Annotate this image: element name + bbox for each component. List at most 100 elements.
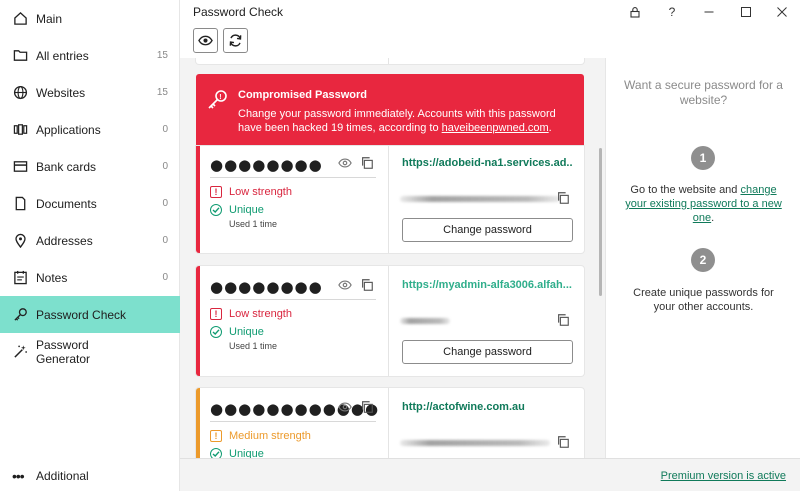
card-icon <box>12 159 28 175</box>
uniqueness-label: Unique <box>229 326 264 338</box>
sidebar-item-count: 0 <box>162 124 168 135</box>
compromised-banner: ! Compromised Password Change your passw… <box>196 74 584 146</box>
warning-icon: ! <box>210 186 222 198</box>
show-password-icon[interactable] <box>338 156 352 170</box>
compromised-key-icon: ! <box>208 90 227 109</box>
sidebar-item-bank-cards[interactable]: Bank cards 0 <box>0 148 180 185</box>
sidebar-item-addresses[interactable]: Addresses 0 <box>0 222 180 259</box>
show-password-icon[interactable] <box>338 278 352 292</box>
maximize-button[interactable] <box>728 0 764 24</box>
sidebar-item-count: 0 <box>162 161 168 172</box>
sidebar-item-all-entries[interactable]: All entries 15 <box>0 37 180 74</box>
check-icon <box>210 326 222 338</box>
sidebar-item-notes[interactable]: Notes 0 <box>0 259 180 296</box>
copy-password-icon[interactable] <box>360 278 374 292</box>
document-icon <box>12 196 28 212</box>
banner-text: Change your password immediately. Accoun… <box>238 107 578 135</box>
lock-icon <box>630 7 640 18</box>
copy-username-icon[interactable] <box>556 191 570 205</box>
refresh-icon <box>229 34 242 47</box>
key-icon <box>12 307 28 323</box>
password-mask: ●●●●●●●● <box>210 156 323 174</box>
help-button[interactable]: ? <box>654 0 690 24</box>
list-item: ●●●●●●●● ! Low strength Unique Used 1 tim… <box>196 146 584 253</box>
password-column <box>200 58 389 64</box>
sidebar-item-label: Additional <box>36 469 89 483</box>
check-icon <box>210 204 222 216</box>
step-2-text: Create unique passwords for your other a… <box>633 287 774 313</box>
sidebar-item-count: 15 <box>156 50 168 61</box>
uniqueness-indicator: Unique <box>210 204 264 216</box>
eye-icon <box>198 35 213 46</box>
list-item: ●●●●●●●●●●●● ! Medium strength Unique htt… <box>196 388 584 458</box>
uniqueness-label: Unique <box>229 204 264 216</box>
usage-count: Used 1 time <box>229 341 278 351</box>
sidebar-item-count: 0 <box>162 198 168 209</box>
window-title: Password Check <box>193 5 284 19</box>
step-2-badge: 2 <box>691 248 715 272</box>
location-icon <box>12 233 28 249</box>
sidebar-item-label: Password Generator <box>36 337 91 366</box>
check-icon <box>210 448 222 458</box>
haveibeenpwned-link[interactable]: haveibeenpwned.com <box>442 122 549 134</box>
svg-text:!: ! <box>219 94 221 101</box>
close-button[interactable] <box>764 0 800 24</box>
step-1-body: Go to the website and <box>630 184 741 196</box>
sidebar-item-password-check[interactable]: Password Check <box>0 296 180 333</box>
website-url[interactable]: http://actofwine.com.au <box>402 401 572 413</box>
strength-label: Low strength <box>229 186 292 198</box>
banner-title: Compromised Password <box>238 89 367 101</box>
copy-password-icon[interactable] <box>360 400 374 414</box>
strength-indicator: ! Low strength <box>210 186 292 198</box>
sidebar-item-label: Notes <box>36 270 68 285</box>
step-1-end: . <box>711 212 715 224</box>
sidebar-item-label: Documents <box>36 196 97 211</box>
sidebar-item-additional[interactable]: ••• Additional <box>0 460 180 491</box>
copy-password-icon[interactable] <box>360 156 374 170</box>
copy-username-icon[interactable] <box>556 313 570 327</box>
sidebar-item-password-generator[interactable]: Password Generator <box>0 333 180 370</box>
divider <box>210 177 376 178</box>
step-1-badge: 1 <box>691 146 715 170</box>
lock-button[interactable] <box>617 0 653 24</box>
uniqueness-label: Unique <box>229 448 264 458</box>
password-column: ●●●●●●●●●●●● ! Medium strength Unique <box>200 388 389 458</box>
title-bar: Password Check ? <box>180 0 800 24</box>
divider <box>210 421 376 422</box>
home-icon <box>12 11 28 27</box>
website-url[interactable]: https://adobeid-na1.services.ad... <box>402 157 572 169</box>
refresh-button[interactable] <box>223 28 248 53</box>
change-password-button[interactable]: Change password <box>402 340 573 364</box>
copy-username-icon[interactable] <box>556 435 570 449</box>
sidebar-item-label: Password Check <box>36 307 127 322</box>
premium-status-link[interactable]: Premium version is active <box>661 470 786 482</box>
list-scrollbar[interactable] <box>599 148 602 296</box>
website-url[interactable]: https://myadmin-alfa3006.alfah... <box>402 279 572 291</box>
sidebar-item-count: 0 <box>162 272 168 283</box>
close-icon <box>777 7 787 17</box>
password-column: ●●●●●●●● ! Low strength Unique Used 1 tim… <box>200 146 389 253</box>
sidebar-item-websites[interactable]: Websites 15 <box>0 74 180 111</box>
tips-title: Want a secure password for a website? <box>624 78 783 107</box>
show-passwords-button[interactable] <box>193 28 218 53</box>
sidebar-item-count: 15 <box>156 87 168 98</box>
password-list: ! Compromised Password Change your passw… <box>180 58 605 458</box>
sidebar-item-label: Applications <box>36 122 101 137</box>
usage-count: Used 1 time <box>229 219 278 229</box>
sidebar-item-main[interactable]: Main <box>0 0 180 37</box>
website-column: http://actofwine.com.au <box>390 388 584 458</box>
folder-icon <box>12 48 28 64</box>
sidebar-item-documents[interactable]: Documents 0 <box>0 185 180 222</box>
change-password-button[interactable]: Change password <box>402 218 573 242</box>
maximize-icon <box>741 7 751 17</box>
password-mask: ●●●●●●●● <box>210 278 323 296</box>
sidebar-item-label: Addresses <box>36 233 93 248</box>
uniqueness-indicator: Unique <box>210 448 264 458</box>
sidebar-item-applications[interactable]: Applications 0 <box>0 111 180 148</box>
app-window: Main All entries 15 Websites 15 Applicat… <box>0 0 800 491</box>
password-column: ●●●●●●●● ! Low strength Unique Used 1 tim… <box>200 266 389 376</box>
website-column: https://myadmin-alfa3006.alfah... Change… <box>390 266 584 376</box>
minimize-button[interactable] <box>691 0 727 24</box>
sidebar-item-count: 0 <box>162 235 168 246</box>
show-password-icon[interactable] <box>338 400 352 414</box>
